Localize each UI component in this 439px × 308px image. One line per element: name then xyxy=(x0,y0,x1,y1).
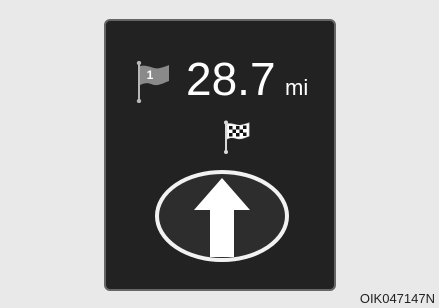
checkered-flag-icon xyxy=(224,120,250,154)
distance-unit: mi xyxy=(285,75,309,100)
waypoint-flag-icon: 1 xyxy=(136,61,169,103)
waypoint-number: 1 xyxy=(147,68,154,82)
straight-arrow-icon xyxy=(155,170,289,262)
distance-value: 28.7 xyxy=(186,53,276,105)
figure-code: OIK047147N xyxy=(359,291,435,306)
turn-by-turn-display: 1 28.7 mi xyxy=(104,19,336,291)
